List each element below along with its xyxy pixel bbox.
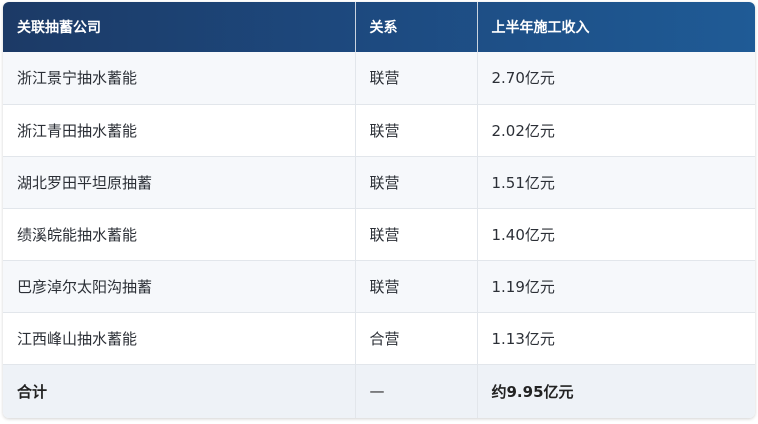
cell-company: 巴彦淖尔太阳沟抽蓄 bbox=[3, 260, 356, 312]
table-row: 江西峰山抽水蓄能 合营 1.13亿元 bbox=[3, 312, 755, 364]
cell-revenue: 1.19亿元 bbox=[491, 277, 555, 296]
cell-relation: 合营 bbox=[355, 312, 478, 364]
cell-company: 江西峰山抽水蓄能 bbox=[3, 312, 356, 364]
cell-relation: 联营 bbox=[355, 156, 478, 208]
total-relation: — bbox=[355, 364, 478, 418]
table-row: 巴彦淖尔太阳沟抽蓄 联营 1.19亿元 bbox=[3, 260, 755, 312]
cell-company: 浙江青田抽水蓄能 bbox=[3, 104, 356, 156]
cell-relation: 联营 bbox=[355, 104, 478, 156]
data-table-card: 关联抽蓄公司 关系 上半年施工收入 浙江景宁抽水蓄能 联营 2.70亿元 浙江青… bbox=[3, 2, 755, 418]
total-revenue: 约9.95亿元 bbox=[491, 382, 574, 401]
cell-revenue: 1.51亿元 bbox=[491, 173, 555, 192]
table-row: 绩溪皖能抽水蓄能 联营 1.40亿元 bbox=[3, 208, 755, 260]
header-revenue: 上半年施工收入 bbox=[491, 20, 590, 36]
cell-relation: 联营 bbox=[355, 208, 478, 260]
header-company: 关联抽蓄公司 bbox=[3, 2, 356, 52]
cell-company: 浙江景宁抽水蓄能 bbox=[3, 52, 356, 104]
affiliate-revenue-table: 关联抽蓄公司 关系 上半年施工收入 浙江景宁抽水蓄能 联营 2.70亿元 浙江青… bbox=[3, 2, 755, 418]
header-relation: 关系 bbox=[355, 2, 478, 52]
cell-company: 绩溪皖能抽水蓄能 bbox=[3, 208, 356, 260]
cell-relation: 联营 bbox=[355, 260, 478, 312]
cell-revenue: 2.02亿元 bbox=[491, 121, 555, 140]
table-row: 浙江青田抽水蓄能 联营 2.02亿元 bbox=[3, 104, 755, 156]
table-header-row: 关联抽蓄公司 关系 上半年施工收入 bbox=[3, 2, 755, 52]
cell-revenue: 1.13亿元 bbox=[491, 329, 555, 348]
cell-revenue: 2.70亿元 bbox=[491, 69, 555, 88]
cell-relation: 联营 bbox=[355, 52, 478, 104]
total-row: 合计 — 约9.95亿元 bbox=[3, 364, 755, 418]
cell-company: 湖北罗田平坦原抽蓄 bbox=[3, 156, 356, 208]
total-label: 合计 bbox=[3, 364, 356, 418]
cell-revenue: 1.40亿元 bbox=[491, 225, 555, 244]
table-row: 湖北罗田平坦原抽蓄 联营 1.51亿元 bbox=[3, 156, 755, 208]
table-row: 浙江景宁抽水蓄能 联营 2.70亿元 bbox=[3, 52, 755, 104]
